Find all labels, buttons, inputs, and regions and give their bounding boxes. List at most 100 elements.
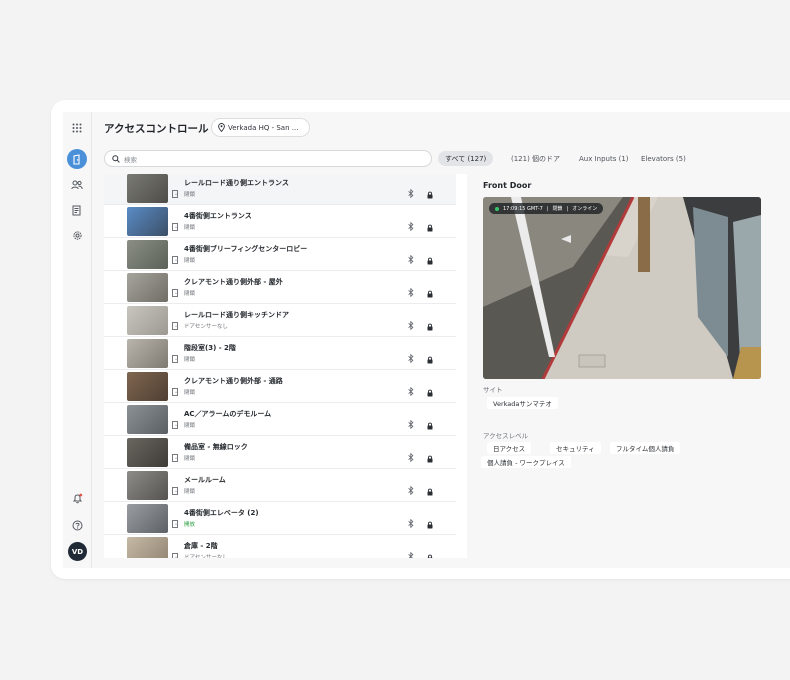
door-icon bbox=[172, 282, 178, 297]
video-online-status: オンライン bbox=[572, 206, 598, 212]
door-row[interactable]: レールロード通り側エントランス 閉鎖 bbox=[104, 174, 456, 205]
users-icon[interactable] bbox=[68, 176, 86, 194]
site-value-chip[interactable]: Verkadaサンマテオ bbox=[487, 397, 558, 409]
door-name: 備品室 - 無線ロック bbox=[184, 443, 248, 451]
bluetooth-icon bbox=[408, 480, 414, 499]
door-thumbnail[interactable] bbox=[127, 537, 168, 558]
search-placeholder: 検索 bbox=[124, 155, 137, 164]
camera-feed[interactable]: 17:09:15 GMT-7 | 閉鎖 | オンライン bbox=[483, 197, 761, 379]
door-thumbnail[interactable] bbox=[127, 372, 168, 401]
settings-icon[interactable] bbox=[68, 226, 86, 244]
door-thumbnail[interactable] bbox=[127, 273, 168, 302]
bluetooth-icon bbox=[408, 315, 414, 334]
door-icon bbox=[172, 381, 178, 396]
filter-elevators[interactable]: Elevators (5) bbox=[641, 151, 686, 166]
lock-icon[interactable] bbox=[427, 316, 433, 335]
filter-all[interactable]: すべて (127) bbox=[438, 151, 494, 166]
lock-icon[interactable] bbox=[427, 481, 433, 500]
door-name: メールルーム bbox=[184, 476, 226, 484]
door-row[interactable]: クレアモント通り側外部 - 屋外 閉鎖 bbox=[104, 271, 456, 304]
door-name: 4番街側エレベータ (2) bbox=[184, 509, 259, 517]
door-status: 閉鎖 bbox=[184, 390, 196, 396]
door-icon bbox=[172, 414, 178, 429]
door-status: 閉鎖 bbox=[184, 192, 196, 198]
video-door-state: 閉鎖 bbox=[552, 206, 563, 212]
door-row[interactable]: メールルーム 閉鎖 bbox=[104, 469, 456, 502]
left-nav-rail: VD bbox=[63, 112, 92, 568]
access-level-chip[interactable]: フルタイム個人請負 bbox=[610, 442, 681, 454]
access-control-app: VD アクセスコントロール Verkada HQ - San ... 検索 すべ… bbox=[63, 112, 790, 568]
bluetooth-icon bbox=[408, 282, 414, 301]
door-thumbnail[interactable] bbox=[127, 306, 168, 335]
door-row[interactable]: 4番街側エレベータ (2) 開放 bbox=[104, 502, 456, 535]
door-row[interactable]: 4番街側エントランス 閉鎖 bbox=[104, 205, 456, 238]
door-detail-title: Front Door bbox=[483, 181, 532, 190]
door-row[interactable]: レールロード通り側キッチンドア ドアセンサーなし bbox=[104, 304, 456, 337]
door-icon[interactable] bbox=[67, 149, 87, 169]
door-status: 閉鎖 bbox=[184, 357, 196, 363]
badge-divider: | bbox=[546, 205, 549, 212]
door-thumbnail[interactable] bbox=[127, 471, 168, 500]
list-scrollbar[interactable] bbox=[456, 174, 467, 558]
access-level-chip[interactable]: セキュリティ bbox=[550, 442, 601, 454]
lock-icon[interactable] bbox=[427, 283, 433, 302]
door-name: 階段室(3) - 2階 bbox=[184, 344, 236, 352]
filter-aux-inputs[interactable]: Aux Inputs (1) bbox=[579, 151, 629, 166]
door-status: 閉鎖 bbox=[184, 423, 196, 429]
door-thumbnail[interactable] bbox=[127, 438, 168, 467]
door-thumbnail[interactable] bbox=[127, 207, 168, 236]
site-selector-label: Verkada HQ - San ... bbox=[228, 123, 299, 132]
door-thumbnail[interactable] bbox=[127, 339, 168, 368]
bluetooth-icon bbox=[408, 348, 414, 367]
lock-icon[interactable] bbox=[427, 514, 433, 533]
access-level-chip[interactable]: 日アクセス bbox=[487, 442, 532, 454]
door-icon bbox=[172, 447, 178, 462]
lock-icon[interactable] bbox=[427, 349, 433, 368]
lock-icon[interactable] bbox=[427, 547, 433, 558]
door-name: レールロード通り側キッチンドア bbox=[184, 311, 289, 319]
door-row[interactable]: 備品室 - 無線ロック 閉鎖 bbox=[104, 436, 456, 469]
lock-icon[interactable] bbox=[427, 217, 433, 236]
door-name: レールロード通り側エントランス bbox=[184, 179, 289, 187]
filter-doors[interactable]: (121) 個のドア bbox=[511, 151, 560, 166]
site-label: サイト bbox=[483, 386, 503, 394]
door-row[interactable]: 倉庫 - 2階 ドアセンサーなし bbox=[104, 535, 456, 558]
door-status: 閉鎖 bbox=[184, 489, 196, 495]
search-input[interactable]: 検索 bbox=[104, 150, 432, 167]
door-row[interactable]: クレアモント通り側外部 - 通路 閉鎖 bbox=[104, 370, 456, 403]
avatar[interactable]: VD bbox=[68, 542, 87, 561]
door-row[interactable]: 階段室(3) - 2階 閉鎖 bbox=[104, 337, 456, 370]
door-icon bbox=[172, 183, 178, 198]
door-icon bbox=[172, 315, 178, 330]
help-icon[interactable] bbox=[68, 516, 86, 534]
access-level-chip[interactable]: 個人請負 - ワークプレイス bbox=[481, 456, 571, 468]
door-name: 倉庫 - 2階 bbox=[184, 542, 218, 550]
door-thumbnail[interactable] bbox=[127, 174, 168, 203]
location-pin-icon bbox=[218, 123, 225, 132]
door-row[interactable]: AC／アラームのデモルーム 閉鎖 bbox=[104, 403, 456, 436]
door-icon bbox=[172, 480, 178, 495]
bluetooth-icon bbox=[408, 249, 414, 268]
door-status: 閉鎖 bbox=[184, 291, 196, 297]
access-level-label: アクセスレベル bbox=[483, 432, 529, 440]
grid-icon[interactable] bbox=[68, 119, 86, 137]
door-name: 4番街側ブリーフィングセンターロビー bbox=[184, 245, 308, 253]
lock-icon[interactable] bbox=[427, 415, 433, 434]
lock-icon[interactable] bbox=[427, 448, 433, 467]
door-icon bbox=[172, 513, 178, 528]
door-name: 4番街側エントランス bbox=[184, 212, 252, 220]
door-status: 閉鎖 bbox=[184, 456, 196, 462]
report-icon[interactable] bbox=[68, 201, 86, 219]
door-row[interactable]: 4番街側ブリーフィングセンターロビー 閉鎖 bbox=[104, 238, 456, 271]
door-thumbnail[interactable] bbox=[127, 504, 168, 533]
video-timestamp: 17:09:15 GMT-7 bbox=[503, 205, 543, 212]
door-icon bbox=[172, 348, 178, 363]
lock-icon[interactable] bbox=[427, 184, 433, 203]
site-selector[interactable]: Verkada HQ - San ... bbox=[211, 118, 310, 137]
lock-icon[interactable] bbox=[427, 250, 433, 269]
door-thumbnail[interactable] bbox=[127, 240, 168, 269]
bell-icon[interactable] bbox=[68, 489, 86, 507]
door-status: 閉鎖 bbox=[184, 258, 196, 264]
door-thumbnail[interactable] bbox=[127, 405, 168, 434]
lock-icon[interactable] bbox=[427, 382, 433, 401]
